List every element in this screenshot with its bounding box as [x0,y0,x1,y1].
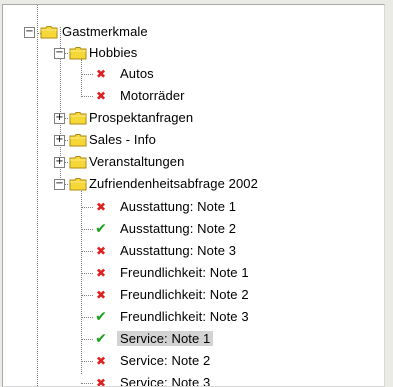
tree-leaf-label[interactable]: Ausstattung: Note 3 [120,243,236,258]
tree-leaf-label[interactable]: Freundlichkeit: Note 3 [120,309,249,324]
folder-icon [69,156,87,169]
tree-line-h [81,74,93,75]
tree-leaf-label[interactable]: Ausstattung: Note 2 [120,221,236,236]
tree-line-h [81,317,93,318]
cross-icon: ✖ [95,244,107,258]
cross-icon: ✖ [95,376,107,387]
tree-line-zufriedenheit [81,191,82,374]
tree-line-h [81,339,93,340]
tree-leaf-label[interactable]: Motorräder [120,88,185,103]
cross-icon: ✖ [95,288,107,302]
tree-leaf-label-selected[interactable]: Service: Note 1 [117,331,214,346]
tree-line-h [81,96,93,97]
folder-icon [69,134,87,147]
tree-line-h [81,361,93,362]
folder-icon [40,26,58,39]
cross-icon: ✖ [95,266,107,280]
tree-node-label[interactable]: Hobbies [89,45,137,60]
tree-line-root [37,5,38,386]
folder-icon [69,178,87,191]
cross-icon: ✖ [95,354,107,368]
tree-line-h [81,273,93,274]
folder-icon [69,47,87,60]
collapse-toggle-zufriedenheit[interactable]: − [54,179,65,190]
checkmark-icon: ✔ [95,221,107,237]
tree-line-h [81,295,93,296]
cross-icon: ✖ [95,89,107,103]
tree-line-h [81,251,93,252]
cross-icon: ✖ [95,200,107,214]
tree-node-label[interactable]: Prospektanfragen [89,110,193,125]
tree-node-label[interactable]: Sales - Info [89,132,156,147]
tree-leaf-label[interactable]: Freundlichkeit: Note 1 [120,265,249,280]
collapse-toggle-hobbies[interactable]: − [54,48,65,59]
collapse-toggle-root[interactable]: − [24,27,35,38]
tree-leaf-label[interactable]: Autos [120,66,154,81]
tree-node-label[interactable]: Gastmerkmale [62,24,148,39]
tree-leaf-label[interactable]: Service: Note 3 [120,375,210,386]
expand-toggle-veranstaltungen[interactable]: + [54,157,65,168]
tree-line-h [81,229,93,230]
tree-leaf-label[interactable]: Ausstattung: Note 1 [120,199,236,214]
tree-line-h [81,383,93,384]
cross-icon: ✖ [95,67,107,81]
tree-line-hobbies [81,59,82,97]
tree-view[interactable]: − Gastmerkmale − Hobbies ✖ Autos ✖ Motor… [2,4,385,387]
tree-node-label[interactable]: Veranstaltungen [89,154,184,169]
tree-leaf-label[interactable]: Freundlichkeit: Note 2 [120,287,249,302]
tree-line-h [81,207,93,208]
expand-toggle-prospektanfragen[interactable]: + [54,113,65,124]
checkmark-icon: ✔ [95,331,107,347]
expand-toggle-sales-info[interactable]: + [54,135,65,146]
folder-icon [69,112,87,125]
tree-leaf-label[interactable]: Service: Note 2 [120,353,210,368]
tree-node-label[interactable]: Zufriendenheitsabfrage 2002 [89,176,258,191]
checkmark-icon: ✔ [95,309,107,325]
